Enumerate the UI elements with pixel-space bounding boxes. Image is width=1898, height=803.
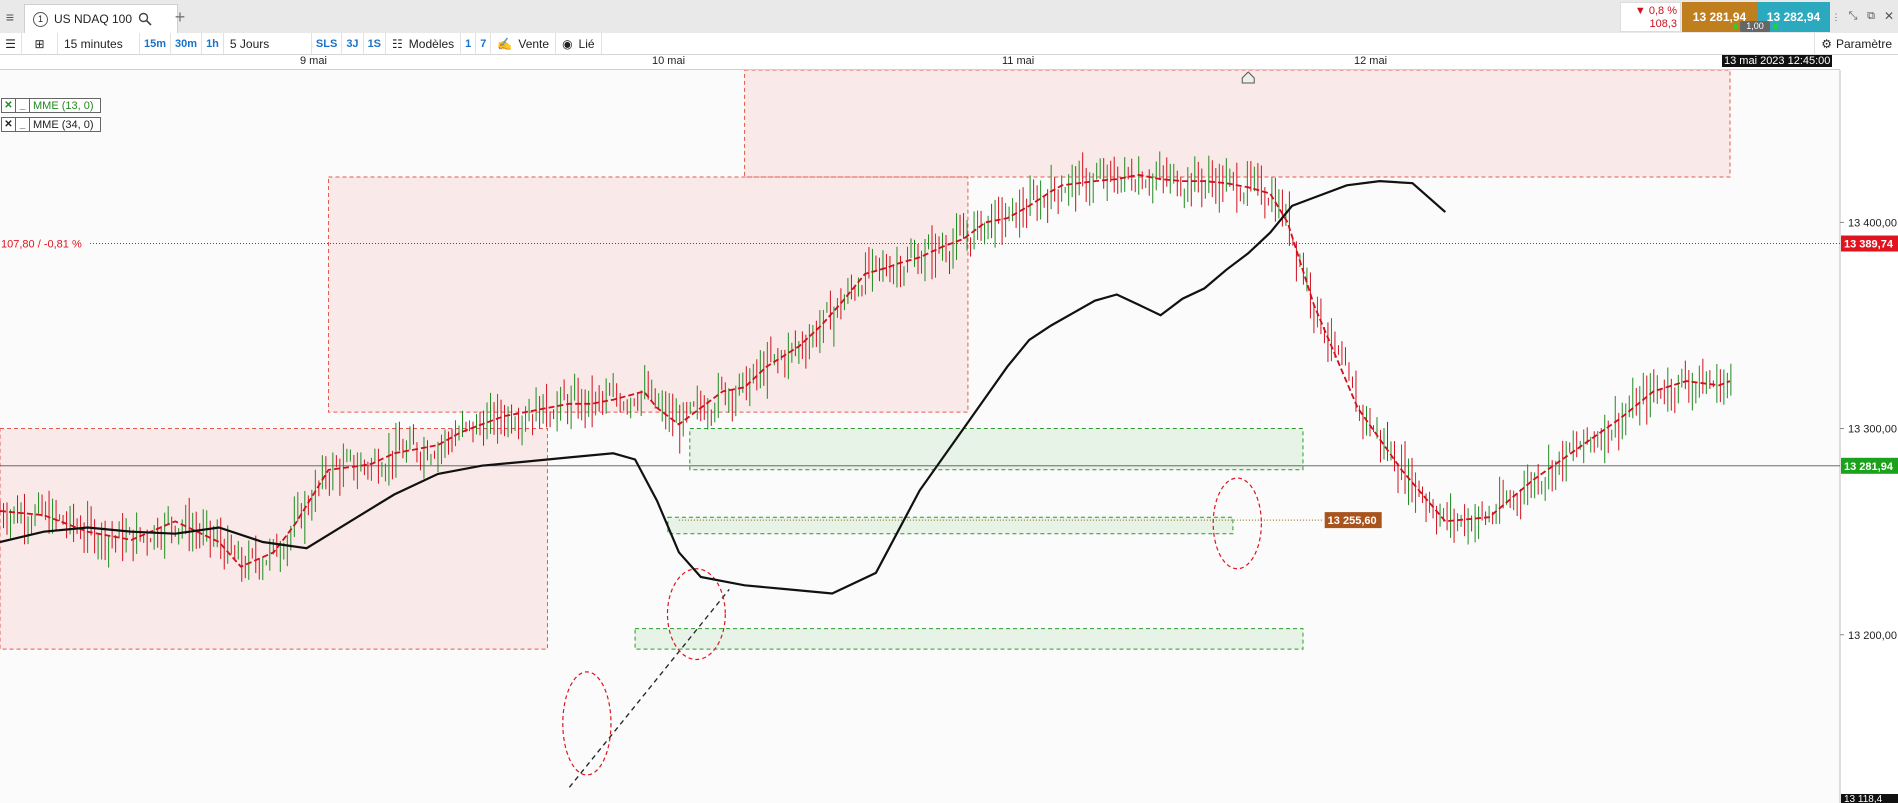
params-label: Paramètre: [1835, 36, 1892, 51]
y-tick-label: 13 300,00: [1848, 424, 1897, 436]
period-select[interactable]: 5 Jours: [224, 33, 312, 54]
date-axis-bar: 9 mai 10 mai 11 mai 12 mai 13 mai 2023 1…: [0, 55, 1840, 70]
change-box: ▼ 0,8 % 108,3: [1620, 2, 1681, 32]
minimize-ema34-icon[interactable]: _: [16, 118, 30, 131]
date-label-9mai: 9 mai: [300, 55, 327, 67]
resistance-zone-0: [744, 70, 1731, 178]
tab-bar: ≡ 1 US NDAQ 100 + ▼ 0,8 % 108,3 13 281,9…: [0, 0, 1898, 34]
legend-ema34-label: MME (34, 0): [33, 118, 94, 131]
bid-price: 13 281,94: [1692, 10, 1747, 24]
tab-instrument[interactable]: 1 US NDAQ 100: [24, 4, 178, 33]
ref-change-label: 107,80 / -0,81 %: [1, 239, 82, 251]
menu-icon[interactable]: ≡: [2, 8, 18, 26]
gear-icon: ⚙: [1821, 36, 1832, 51]
period-1s-button[interactable]: 1S: [364, 33, 387, 54]
collapse-icon[interactable]: ⤡: [1846, 9, 1860, 23]
level-price-tag: 13 255,60: [1328, 515, 1377, 527]
timeframe-select[interactable]: 15 minutes: [58, 33, 140, 54]
tf-1h-button[interactable]: 1h: [202, 33, 224, 54]
list-icon[interactable]: ☰: [0, 33, 22, 54]
linked-button[interactable]: ◉ Lié: [556, 33, 602, 54]
y-tick-label: 13 200,00: [1848, 630, 1897, 642]
tab-title: US NDAQ 100: [54, 12, 133, 26]
date-label-12mai: 12 mai: [1354, 55, 1388, 67]
ask-price: 13 282,94: [1766, 10, 1821, 24]
sliders-icon: ☷: [392, 36, 403, 51]
close-icon[interactable]: ✕: [1882, 9, 1896, 23]
minimize-ema13-icon[interactable]: _: [16, 99, 30, 112]
remove-ema34-icon[interactable]: ✕: [2, 118, 16, 131]
date-label-11mai: 11 mai: [1002, 55, 1035, 67]
tab-badge: 1: [33, 11, 48, 27]
cursor-time-label: 13 mai 2023 12:45:00: [1722, 55, 1833, 67]
legend-ema13[interactable]: ✕ _ MME (13, 0): [1, 98, 101, 113]
tf-15m-button[interactable]: 15m: [140, 33, 172, 54]
current-price-tag: 13 281,94: [1844, 461, 1894, 473]
search-icon[interactable]: [138, 12, 152, 26]
spread-up-icon: [1733, 24, 1738, 29]
num-7-button[interactable]: 7: [476, 33, 492, 54]
add-tab-icon[interactable]: +: [172, 7, 188, 27]
y-tick-label: 13 400,00: [1848, 217, 1897, 229]
num-1-button[interactable]: 1: [461, 33, 477, 54]
sell-label: Vente: [518, 36, 550, 51]
change-abs: 108,3: [1649, 18, 1677, 30]
period-sls-button[interactable]: SLS: [312, 33, 343, 54]
support-zone-4: [667, 516, 1234, 535]
params-button[interactable]: ⚙ Paramètre: [1814, 33, 1898, 54]
spread-down-icon: [1773, 24, 1778, 29]
layout-icon[interactable]: ⊞: [22, 33, 58, 54]
ref-price-tag: 13 389,74: [1844, 239, 1894, 251]
popout-icon[interactable]: ⧉: [1864, 9, 1878, 23]
grip-icon[interactable]: ⋮: [1832, 6, 1841, 28]
chart-hand-icon: ✍: [497, 36, 513, 51]
support-zone-5: [634, 628, 1304, 650]
sell-button[interactable]: ✍ Vente: [491, 33, 557, 54]
price-chart[interactable]: 107,80 / -0,81 % 13 400,00 13 300,00 13 200…: [0, 70, 1898, 803]
models-button[interactable]: ☷ Modèles: [386, 33, 462, 54]
remove-ema13-icon[interactable]: ✕: [2, 99, 16, 112]
legend-ema13-label: MME (13, 0): [33, 99, 94, 112]
resistance-zone-2: [0, 428, 548, 650]
eye-icon: ◉: [562, 36, 573, 51]
change-pct: ▼ 0,8 %: [1634, 5, 1677, 17]
legend-ema34[interactable]: ✕ _ MME (34, 0): [1, 117, 101, 132]
date-label-10mai: 10 mai: [652, 55, 686, 67]
period-3j-button[interactable]: 3J: [342, 33, 364, 54]
bottom-partial-label: 13 118,4: [1844, 794, 1883, 803]
chart-toolbar: ☰ ⊞ 15 minutes 15m 30m 1h 5 Jours SLS 3J…: [0, 33, 1898, 55]
support-zone-3: [689, 428, 1304, 471]
spread-badge: 1,00: [1740, 21, 1770, 32]
models-label: Modèles: [408, 36, 455, 51]
linked-label: Lié: [578, 36, 595, 51]
tf-30m-button[interactable]: 30m: [171, 33, 203, 54]
